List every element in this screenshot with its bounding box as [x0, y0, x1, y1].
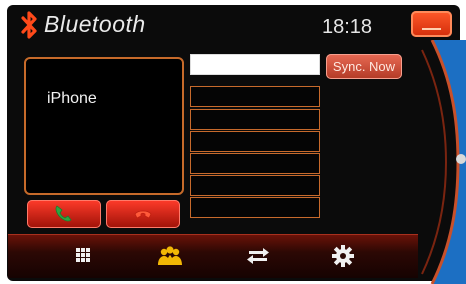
selected-contact-row[interactable] [190, 54, 320, 75]
contact-row[interactable] [190, 86, 320, 107]
side-panel-decoration [421, 40, 466, 284]
settings-icon[interactable] [328, 243, 358, 269]
device-name: iPhone [47, 90, 97, 107]
keypad-icon[interactable] [68, 243, 98, 269]
contacts-icon[interactable] [155, 243, 185, 269]
device-info-panel [24, 57, 184, 195]
page-title: Bluetooth [44, 11, 146, 37]
minimize-button[interactable] [411, 11, 452, 37]
answer-call-button[interactable] [27, 200, 101, 228]
phone-hangup-icon [134, 210, 152, 219]
phone-answer-icon [55, 205, 72, 222]
contact-row[interactable] [190, 175, 320, 196]
bluetooth-icon [21, 11, 37, 39]
contact-row[interactable] [190, 197, 320, 218]
sync-now-button[interactable]: Sync. Now [326, 54, 402, 79]
contact-row[interactable] [190, 109, 320, 130]
contact-row[interactable] [190, 153, 320, 174]
bluetooth-screen: Bluetooth 18:18 iPhone Sync. Now [0, 0, 466, 284]
transfer-icon[interactable] [243, 243, 273, 269]
contact-row[interactable] [190, 131, 320, 152]
hangup-call-button[interactable] [106, 200, 180, 228]
clock: 18:18 [322, 16, 373, 38]
